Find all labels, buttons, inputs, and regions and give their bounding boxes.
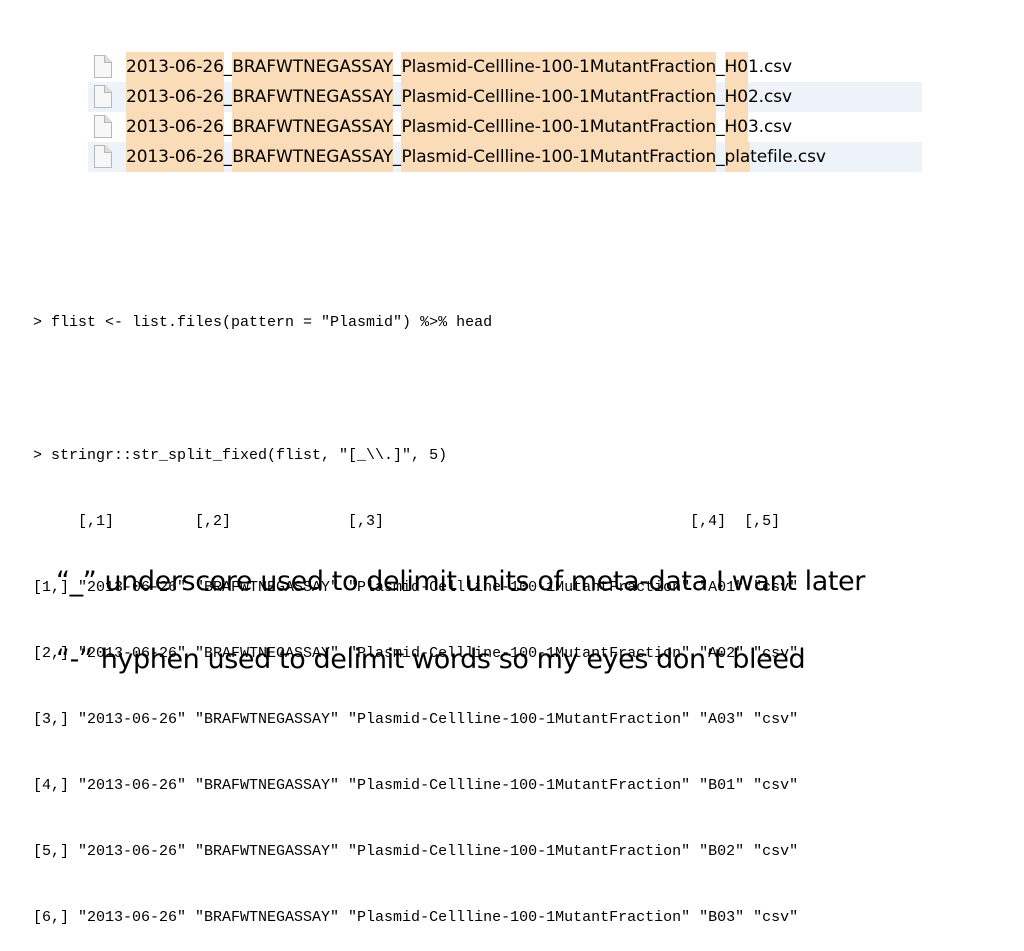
sample-segment: Plasmid-Cellline-100-1MutantFraction — [401, 52, 716, 82]
console-output-row: [6,] "2013-06-26" "BRAFWTNEGASSAY" "Plas… — [33, 909, 799, 926]
console-command: > flist <- list.files(pattern = "Plasmid… — [33, 314, 493, 331]
well-segment: pla — [724, 142, 750, 172]
hyphen-note: “-” hyphen used to delimit words so my e… — [56, 644, 806, 675]
separator: _ — [393, 147, 402, 167]
document-icon — [94, 115, 112, 138]
date-segment: 2013-06-26 — [126, 82, 224, 112]
date-segment: 2013-06-26 — [126, 112, 224, 142]
file-name[interactable]: 2013-06-26_BRAFWTNEGASSAY_Plasmid-Cellli… — [126, 82, 792, 112]
assay-segment: BRAFWTNEGASSAY — [232, 52, 393, 82]
file-list: 2013-06-26_BRAFWTNEGASSAY_Plasmid-Cellli… — [88, 52, 922, 172]
console-column-header: [,1] [,2] [,3] [,4] [,5] — [33, 513, 790, 530]
well-segment: H0 — [724, 52, 748, 82]
separator: _ — [223, 57, 233, 77]
sample-segment: Plasmid-Cellline-100-1MutantFraction — [401, 112, 716, 142]
separator: _ — [716, 87, 725, 107]
notes: “_” underscore used to delimit units of … — [56, 562, 865, 680]
well-segment: H0 — [724, 112, 748, 142]
separator: _ — [223, 87, 233, 107]
file-row[interactable]: 2013-06-26_BRAFWTNEGASSAY_Plasmid-Cellli… — [88, 112, 922, 142]
well-segment: H0 — [724, 82, 748, 112]
underscore-note: “_” underscore used to delimit units of … — [56, 566, 865, 597]
console-output-row: [3,] "2013-06-26" "BRAFWTNEGASSAY" "Plas… — [33, 711, 799, 728]
file-name[interactable]: 2013-06-26_BRAFWTNEGASSAY_Plasmid-Cellli… — [126, 112, 792, 142]
file-row[interactable]: 2013-06-26_BRAFWTNEGASSAY_Plasmid-Cellli… — [88, 82, 922, 112]
sample-segment: Plasmid-Cellline-100-1MutantFraction — [401, 82, 716, 112]
separator: _ — [393, 87, 402, 107]
separator: _ — [716, 57, 725, 77]
separator: _ — [223, 147, 233, 167]
file-suffix: tefile.csv — [750, 147, 826, 167]
separator: _ — [716, 117, 725, 137]
document-icon — [94, 85, 112, 108]
separator: _ — [393, 57, 402, 77]
file-name[interactable]: 2013-06-26_BRAFWTNEGASSAY_Plasmid-Cellli… — [126, 52, 792, 82]
assay-segment: BRAFWTNEGASSAY — [232, 142, 393, 172]
document-icon — [94, 55, 112, 78]
file-suffix: 2.csv — [747, 87, 792, 107]
file-name[interactable]: 2013-06-26_BRAFWTNEGASSAY_Plasmid-Cellli… — [126, 142, 826, 172]
file-suffix: 1.csv — [747, 57, 792, 77]
console-command: > stringr::str_split_fixed(flist, "[_\\.… — [33, 447, 448, 464]
console-output-row: [5,] "2013-06-26" "BRAFWTNEGASSAY" "Plas… — [33, 843, 799, 860]
console-output-row: [4,] "2013-06-26" "BRAFWTNEGASSAY" "Plas… — [33, 777, 799, 794]
sample-segment: Plasmid-Cellline-100-1MutantFraction — [401, 142, 716, 172]
separator: _ — [716, 147, 725, 167]
assay-segment: BRAFWTNEGASSAY — [232, 112, 393, 142]
file-suffix: 3.csv — [747, 117, 792, 137]
file-row[interactable]: 2013-06-26_BRAFWTNEGASSAY_Plasmid-Cellli… — [88, 142, 922, 172]
date-segment: 2013-06-26 — [126, 142, 224, 172]
separator: _ — [223, 117, 233, 137]
document-icon — [94, 145, 112, 168]
date-segment: 2013-06-26 — [126, 52, 224, 82]
file-row[interactable]: 2013-06-26_BRAFWTNEGASSAY_Plasmid-Cellli… — [88, 52, 922, 82]
assay-segment: BRAFWTNEGASSAY — [232, 82, 393, 112]
separator: _ — [393, 117, 402, 137]
